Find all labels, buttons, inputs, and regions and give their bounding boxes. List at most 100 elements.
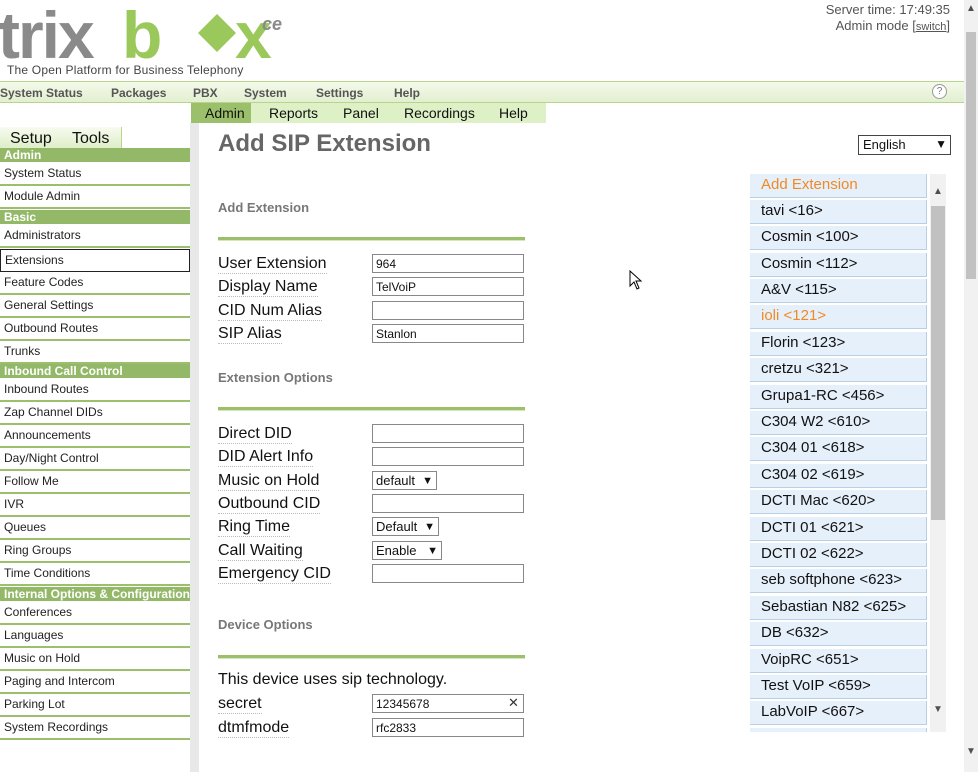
extension-item[interactable]: C304 02 <619> bbox=[750, 464, 927, 488]
extension-item[interactable]: VoipRC <651> bbox=[750, 649, 927, 673]
emergency-cid-input[interactable] bbox=[372, 564, 524, 583]
sidebar-item-time-conditions[interactable]: Time Conditions bbox=[0, 563, 190, 586]
chevron-down-icon: ▼ bbox=[935, 137, 947, 151]
music-on-hold-select[interactable]: default ▼ bbox=[372, 471, 437, 490]
call-waiting-select[interactable]: Enable ▼ bbox=[372, 541, 442, 560]
extension-item[interactable]: cretzu <321> bbox=[750, 358, 927, 382]
topnav-packages[interactable]: Packages bbox=[111, 86, 166, 100]
outbound-cid-input[interactable] bbox=[372, 494, 524, 513]
chevron-down-icon: ▼ bbox=[427, 545, 438, 557]
did-alert-info-label: DID Alert Info bbox=[218, 448, 314, 467]
extension-item[interactable]: Grupa1-RC <456> bbox=[750, 385, 927, 409]
language-value: English bbox=[863, 137, 906, 152]
page-scroll-thumb[interactable] bbox=[966, 32, 976, 279]
sidebar-item-paging-intercom[interactable]: Paging and Intercom bbox=[0, 671, 190, 694]
admin-mode-prefix: Admin mode [ bbox=[835, 18, 916, 33]
topnav-system[interactable]: System bbox=[244, 86, 287, 100]
extension-item-current[interactable]: ioli <121> bbox=[750, 305, 927, 329]
extension-item[interactable]: Sebastian N82 <625> bbox=[750, 596, 927, 620]
sidebar-item-conferences[interactable]: Conferences bbox=[0, 602, 190, 625]
sidebar-item-general-settings[interactable]: General Settings bbox=[0, 295, 190, 318]
sidebar-item-parking-lot[interactable]: Parking Lot bbox=[0, 694, 190, 717]
extension-item[interactable]: DB <632> bbox=[750, 622, 927, 646]
scroll-down-icon[interactable]: ▼ bbox=[966, 746, 976, 757]
display-name-input[interactable] bbox=[372, 277, 524, 296]
user-extension-input[interactable] bbox=[372, 254, 524, 273]
dtmfmode-input[interactable] bbox=[372, 718, 524, 737]
cid-num-alias-input[interactable] bbox=[372, 301, 524, 320]
scroll-up-icon[interactable]: ▲ bbox=[966, 3, 976, 14]
extension-list-scroll-thumb[interactable] bbox=[931, 206, 945, 520]
trixbox-logo[interactable]: trix b x ce The Open Platform for Busine… bbox=[0, 0, 300, 80]
sidebar-tab-tools[interactable]: Tools bbox=[72, 130, 109, 148]
extension-item[interactable]: DCTI Mac <620> bbox=[750, 490, 927, 514]
clear-input-icon[interactable]: ✕ bbox=[508, 695, 519, 711]
sidebar-item-ivr[interactable]: IVR bbox=[0, 494, 190, 517]
sip-alias-label: SIP Alias bbox=[218, 325, 282, 344]
topnav-system-status[interactable]: System Status bbox=[0, 86, 83, 100]
direct-did-input[interactable] bbox=[372, 424, 524, 443]
subtab-admin[interactable]: Admin bbox=[205, 105, 245, 121]
top-nav: System Status Packages PBX System Settin… bbox=[0, 81, 964, 103]
sidebar-section-internal: Internal Options & Configuration bbox=[0, 587, 190, 601]
sidebar-item-system-status[interactable]: System Status bbox=[0, 163, 190, 186]
language-select[interactable]: English ▼ bbox=[858, 135, 951, 155]
extension-item[interactable]: tavi <16> bbox=[750, 200, 927, 224]
sidebar-item-announcements[interactable]: Announcements bbox=[0, 425, 190, 448]
topnav-settings[interactable]: Settings bbox=[316, 86, 363, 100]
scroll-down-icon[interactable]: ▼ bbox=[933, 704, 943, 715]
extension-item[interactable]: C304 01 <618> bbox=[750, 437, 927, 461]
sidebar-item-languages[interactable]: Languages bbox=[0, 625, 190, 648]
secret-input[interactable] bbox=[372, 694, 524, 713]
sidebar-item-zap-channel-dids[interactable]: Zap Channel DIDs bbox=[0, 402, 190, 425]
extension-item[interactable]: C304 W2 <610> bbox=[750, 411, 927, 435]
extension-item[interactable]: A&V <115> bbox=[750, 279, 927, 303]
sip-alias-input[interactable] bbox=[372, 324, 524, 343]
sidebar-item-administrators[interactable]: Administrators bbox=[0, 225, 190, 248]
sidebar-item-music-on-hold[interactable]: Music on Hold bbox=[0, 648, 190, 671]
scroll-up-icon[interactable]: ▲ bbox=[933, 186, 943, 197]
extension-item[interactable]: LabVoIP <667> bbox=[750, 701, 927, 725]
outbound-cid-label: Outbound CID bbox=[218, 495, 321, 514]
extension-item[interactable]: Cosmin <100> bbox=[750, 226, 927, 250]
sidebar-item-outbound-routes[interactable]: Outbound Routes bbox=[0, 318, 190, 341]
subtab-recordings[interactable]: Recordings bbox=[404, 105, 475, 121]
sidebar-item-system-recordings[interactable]: System Recordings bbox=[0, 717, 190, 740]
extension-item[interactable]: DCTI 02 <622> bbox=[750, 543, 927, 567]
extension-item[interactable]: seb softphone <623> bbox=[750, 569, 927, 593]
display-name-label: Display Name bbox=[218, 278, 318, 297]
sidebar-item-inbound-routes[interactable]: Inbound Routes bbox=[0, 379, 190, 402]
section-divider bbox=[218, 407, 525, 411]
sidebar-tab-setup[interactable]: Setup bbox=[10, 130, 52, 148]
extension-item[interactable] bbox=[750, 728, 927, 732]
sidebar-item-day-night-control[interactable]: Day/Night Control bbox=[0, 448, 190, 471]
section-divider bbox=[218, 237, 525, 241]
content-gutter bbox=[190, 123, 199, 772]
sidebar-item-feature-codes[interactable]: Feature Codes bbox=[0, 272, 190, 295]
extension-item[interactable]: Cosmin <112> bbox=[750, 253, 927, 277]
add-extension-link[interactable]: Add Extension bbox=[750, 174, 927, 198]
topnav-help[interactable]: Help bbox=[394, 86, 420, 100]
admin-mode: Admin mode [switch] bbox=[836, 18, 950, 33]
switch-link[interactable]: switch bbox=[916, 21, 947, 33]
ring-time-select[interactable]: Default ▼ bbox=[372, 517, 439, 536]
sub-tabs: Admin Reports Panel Recordings Help bbox=[191, 103, 546, 123]
subtab-reports[interactable]: Reports bbox=[269, 105, 318, 121]
help-icon[interactable]: ? bbox=[932, 84, 947, 99]
extension-item[interactable]: Test VoIP <659> bbox=[750, 675, 927, 699]
sidebar-item-ring-groups[interactable]: Ring Groups bbox=[0, 540, 190, 563]
sidebar-item-queues[interactable]: Queues bbox=[0, 517, 190, 540]
svg-text:b: b bbox=[122, 0, 162, 66]
subtab-help[interactable]: Help bbox=[499, 105, 528, 121]
did-alert-info-input[interactable] bbox=[372, 447, 524, 466]
sidebar-item-module-admin[interactable]: Module Admin bbox=[0, 186, 190, 209]
extension-item[interactable]: Florin <123> bbox=[750, 332, 927, 356]
subtab-panel[interactable]: Panel bbox=[343, 105, 379, 121]
trixbox-logo-icon: trix b x ce bbox=[0, 0, 282, 66]
topnav-pbx[interactable]: PBX bbox=[193, 86, 218, 100]
sidebar-item-extensions[interactable]: Extensions bbox=[0, 249, 190, 272]
sidebar-item-follow-me[interactable]: Follow Me bbox=[0, 471, 190, 494]
sidebar-item-trunks[interactable]: Trunks bbox=[0, 341, 190, 364]
extension-item[interactable]: DCTI 01 <621> bbox=[750, 517, 927, 541]
chevron-down-icon: ▼ bbox=[424, 521, 435, 533]
